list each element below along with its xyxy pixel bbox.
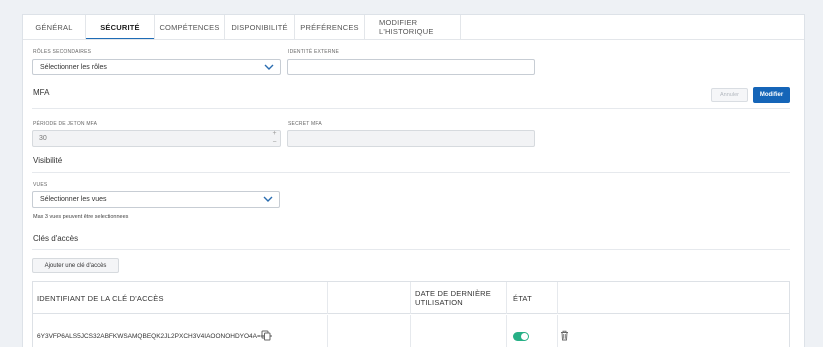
access-keys-table: IDENTIFIANT DE LA CLÉ D'ACCÈS DATE DE DE… (32, 281, 790, 347)
mfa-token-period-stepper: + − (268, 130, 281, 147)
mfa-divider (32, 108, 790, 109)
column-divider (410, 315, 411, 347)
decrement-icon: − (272, 139, 277, 146)
visibility-divider (32, 172, 790, 173)
column-divider (557, 282, 558, 314)
column-divider (327, 315, 328, 347)
mfa-token-period-value: 30 (39, 135, 47, 142)
access-key-id: 6Y3VFP6ALS5JCS32ABFKWSAMQBEQK2JL2PXCH3V4… (37, 332, 273, 340)
secondary-roles-select[interactable]: Sélectionner les rôles (32, 59, 281, 75)
chevron-down-icon (263, 196, 273, 202)
tab-underline-divider (23, 39, 804, 40)
tab-availability[interactable]: DISPONIBILITÉ (225, 15, 295, 39)
user-settings-card: GÉNÉRAL SÉCURITÉ COMPÉTENCES DISPONIBILI… (22, 14, 805, 347)
access-key-status-toggle[interactable] (513, 332, 529, 341)
secondary-roles-label: RÔLES SECONDAIRES (33, 49, 92, 55)
chevron-down-icon (264, 64, 274, 70)
views-hint: Max 3 vues peuvent être selectionnees (33, 214, 129, 220)
access-key-last-used (415, 325, 505, 347)
access-keys-title: Clés d'accès (33, 234, 79, 243)
views-select[interactable]: Sélectionner les vues (32, 191, 280, 208)
tab-history[interactable]: MODIFIER L'HISTORIQUE (365, 15, 461, 39)
increment-icon: + (272, 130, 277, 137)
views-placeholder: Sélectionner les vues (40, 196, 107, 203)
column-header-empty (328, 282, 410, 314)
table-header: IDENTIFIANT DE LA CLÉ D'ACCÈS DATE DE DE… (33, 282, 789, 314)
tab-skills[interactable]: COMPÉTENCES (155, 15, 225, 39)
copy-icon[interactable] (261, 330, 271, 341)
external-id-label: IDENTITÉ EXTERNE (288, 49, 339, 55)
add-access-key-button[interactable]: Ajouter une clé d'accès (32, 258, 119, 273)
mfa-token-period-input: 30 (32, 130, 281, 147)
access-keys-divider (32, 249, 790, 250)
tab-bar: GÉNÉRAL SÉCURITÉ COMPÉTENCES DISPONIBILI… (23, 15, 461, 40)
mfa-secret-input (287, 130, 535, 147)
column-divider (557, 315, 558, 347)
modify-button[interactable]: Modifier (753, 87, 790, 103)
mfa-token-period-label: PÉRIODE DE JETON MFA (33, 121, 98, 127)
column-divider (506, 315, 507, 347)
mfa-secret-label: SECRET MFA (288, 121, 322, 127)
external-id-input[interactable] (287, 59, 535, 75)
column-header-status: ÉTAT (513, 293, 532, 303)
column-header-key-id: IDENTIFIANT DE LA CLÉ D'ACCÈS (37, 293, 164, 303)
tab-preferences[interactable]: PRÉFÉRENCES (295, 15, 365, 39)
cancel-button[interactable]: Annuler (711, 88, 748, 102)
tab-general[interactable]: GÉNÉRAL (23, 15, 86, 39)
column-divider (410, 282, 411, 314)
secondary-roles-placeholder: Sélectionner les rôles (40, 63, 107, 71)
column-divider (506, 282, 507, 314)
views-label: VUES (33, 182, 48, 188)
column-header-last-used: DATE DE DERNIÈRE UTILISATION (415, 289, 491, 307)
visibility-title: Visibilité (33, 156, 63, 165)
tab-security[interactable]: SÉCURITÉ (86, 15, 155, 40)
mfa-title: MFA (33, 88, 50, 97)
trash-icon[interactable] (560, 330, 569, 341)
